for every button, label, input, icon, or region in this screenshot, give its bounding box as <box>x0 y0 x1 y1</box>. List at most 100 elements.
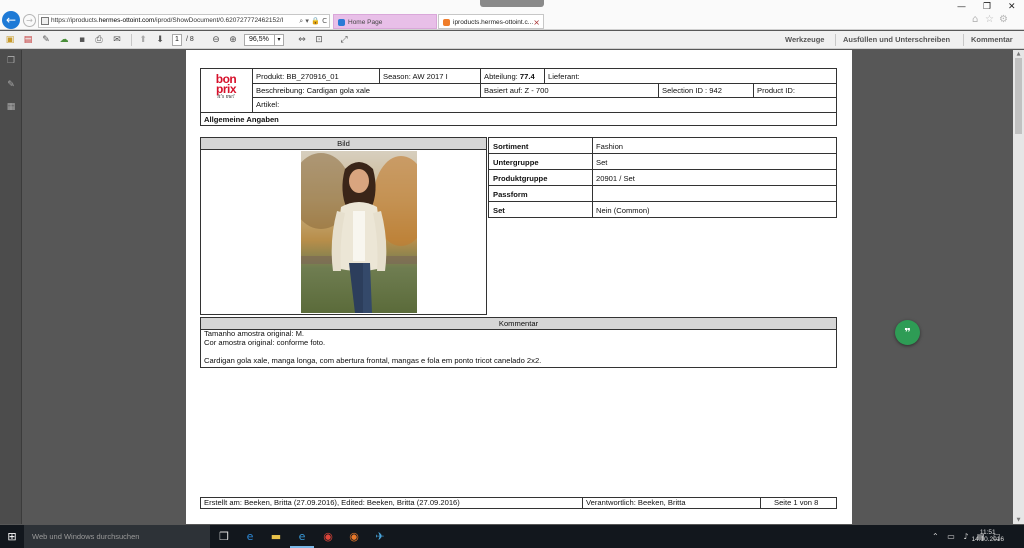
artikel-field: Artikel: <box>256 100 280 109</box>
forward-button[interactable]: → <box>23 14 36 27</box>
firefox-icon[interactable]: ◉ <box>342 525 366 548</box>
maximize-icon[interactable]: ❐ <box>983 2 991 12</box>
season-field: Season: AW 2017 I <box>383 72 448 81</box>
signature-icon[interactable]: ✎ <box>5 80 17 91</box>
divider <box>760 498 761 508</box>
vertical-scrollbar[interactable]: ▲ ▼ <box>1013 50 1024 524</box>
comment-line: Cardigan gola xale, manga longa, com abe… <box>204 356 542 365</box>
comment-panel: Kommentar Tamanho amostra original: M. C… <box>200 317 837 368</box>
next-page-icon[interactable]: ⬇ <box>154 34 166 46</box>
divider <box>489 153 836 154</box>
attribute-value: Nein (Common) <box>596 206 650 215</box>
scrollbar-thumb[interactable] <box>1015 58 1022 134</box>
zoom-select[interactable]: 96,5% ▾ <box>244 34 284 46</box>
abteilung-field: Abteilung: 77.4 <box>481 70 544 83</box>
image-panel-title: Bild <box>201 138 486 150</box>
page-total: / 8 <box>186 36 194 43</box>
scroll-up-icon[interactable]: ▲ <box>1013 50 1024 58</box>
beschreibung-field: Beschreibung: Cardigan gola xale <box>256 86 370 95</box>
divider <box>489 201 836 202</box>
fit-page-icon[interactable]: ⊡ <box>313 34 325 46</box>
address-bar[interactable]: https://iproducts.hermes-ottoint.com/ipr… <box>38 14 330 28</box>
comment-link[interactable]: Kommentar <box>971 31 1013 49</box>
tab-label: iproducts.hermes-ottoint.c... <box>453 19 534 26</box>
url-domain: hermes-ottoint.com <box>98 17 155 24</box>
url-path: /iprod/ShowDocument/0.620727772462152/I <box>154 17 284 24</box>
page-number-input[interactable]: 1 <box>172 34 182 46</box>
product-id-field: Product ID: <box>757 86 795 95</box>
attribute-label: Untergruppe <box>493 158 539 167</box>
internet-explorer-icon[interactable]: e <box>290 525 314 548</box>
clock-date: 14.10.2016 <box>971 536 1004 543</box>
divider <box>489 169 836 170</box>
tab-home-page[interactable]: Home Page <box>333 14 437 29</box>
toolbar-divider <box>835 34 836 46</box>
chevron-down-icon[interactable]: ▾ <box>274 35 283 45</box>
close-icon[interactable]: ✕ <box>1008 2 1016 12</box>
footer-responsible: Verantwortlich: Beeken, Britta <box>586 498 686 507</box>
page-icon <box>41 17 49 25</box>
attribute-label: Passform <box>493 190 528 199</box>
tools-link[interactable]: Werkzeuge <box>785 31 824 49</box>
edge-icon[interactable]: e <box>238 525 262 548</box>
scroll-down-icon[interactable]: ▼ <box>1013 516 1024 524</box>
footer-table: Erstellt am: Beeken, Britta (27.09.2016)… <box>200 497 837 509</box>
edit-icon[interactable]: ✎ <box>40 34 52 46</box>
fill-sign-link[interactable]: Ausfüllen und Unterschreiben <box>843 31 950 49</box>
ie-page-icon <box>338 19 345 26</box>
zoom-value: 96,5% <box>249 36 269 43</box>
title-bar-grip[interactable] <box>480 0 544 7</box>
navigation-pane: ❐ ✎ ▦ <box>0 50 22 524</box>
taskbar-search-input[interactable]: Web und Windows durchsuchen <box>24 525 210 548</box>
attributes-table: Sortiment Fashion Untergruppe Set Produk… <box>488 137 837 218</box>
app-icon[interactable]: ✈ <box>368 525 392 548</box>
image-panel: Bild <box>200 137 487 315</box>
combine-icon[interactable]: ▤ <box>22 34 34 46</box>
clock[interactable]: 11:51 14.10.2016 <box>971 529 1004 543</box>
footer-created: Erstellt am: Beeken, Britta (27.09.2016)… <box>204 498 460 507</box>
abteilung-value: 77.4 <box>519 72 535 81</box>
email-icon[interactable]: ✉ <box>111 34 123 46</box>
zoom-in-icon[interactable]: ⊕ <box>227 34 239 46</box>
tab-label: Home Page <box>348 19 383 26</box>
fullscreen-icon[interactable]: ⤢ <box>338 34 350 46</box>
tab-iproducts[interactable]: iproducts.hermes-ottoint.c... × <box>438 14 544 29</box>
home-icon[interactable]: ⌂ <box>972 14 978 25</box>
cloud-upload-icon[interactable]: ☁ <box>58 34 70 46</box>
attribute-label: Sortiment <box>493 142 529 151</box>
settings-gear-icon[interactable]: ⚙ <box>999 14 1008 25</box>
toolbar-divider <box>963 34 964 46</box>
favorites-star-icon[interactable]: ☆ <box>985 14 994 25</box>
bonprix-logo: bon prix it's me! <box>215 72 237 100</box>
fit-width-icon[interactable]: ⇔ <box>296 34 308 46</box>
product-photo <box>301 151 417 313</box>
create-pdf-icon[interactable]: ▣ <box>4 34 16 46</box>
pdf-page: bon prix it's me! Produkt: BB_270916_01 … <box>186 50 852 524</box>
zoom-out-icon[interactable]: ⊖ <box>210 34 222 46</box>
comment-line: Tamanho amostra original: M. <box>204 329 305 338</box>
address-tools-icons[interactable]: ⌕ ▾ 🔒 C <box>297 15 327 27</box>
file-explorer-icon[interactable]: ▬ <box>264 525 288 548</box>
abteilung-label: Abteilung: <box>484 72 518 81</box>
attachments-icon[interactable]: ▦ <box>5 102 17 113</box>
produkt-field: Produkt: BB_270916_01 <box>256 72 339 81</box>
model-illustration <box>301 153 417 313</box>
task-view-icon[interactable]: ❒ <box>212 525 236 548</box>
selection-id-field: Selection ID : 942 <box>662 86 722 95</box>
attribute-label: Produktgruppe <box>493 174 548 183</box>
prev-page-icon[interactable]: ⬆ <box>137 34 149 46</box>
windows-start-icon[interactable]: ⊞ <box>0 525 24 548</box>
back-button[interactable]: ← <box>2 11 20 29</box>
chrome-icon[interactable]: ◉ <box>316 525 340 548</box>
minimize-icon[interactable]: — <box>957 2 966 12</box>
footer-page: Seite 1 von 8 <box>774 498 819 507</box>
attribute-value: 20901 / Set <box>596 174 635 183</box>
pages-thumbnail-icon[interactable]: ❐ <box>5 56 17 67</box>
pdf-toolbar: ▣ ▤ ✎ ☁ ▪ ⎙ ✉ ⬆ ⬇ 1 / 8 ⊖ ⊕ 96,5% ▾ ⇔ ⊡ ⤢… <box>0 31 1024 49</box>
save-icon[interactable]: ▪ <box>76 34 88 46</box>
comment-bubble-button[interactable]: ❞ <box>895 320 920 345</box>
windows-taskbar: ⊞ Web und Windows durchsuchen ❒ e ▬ e ◉ … <box>0 525 1024 548</box>
tab-close-icon[interactable]: × <box>533 15 540 28</box>
print-icon[interactable]: ⎙ <box>93 34 105 46</box>
attribute-label: Set <box>493 206 505 215</box>
